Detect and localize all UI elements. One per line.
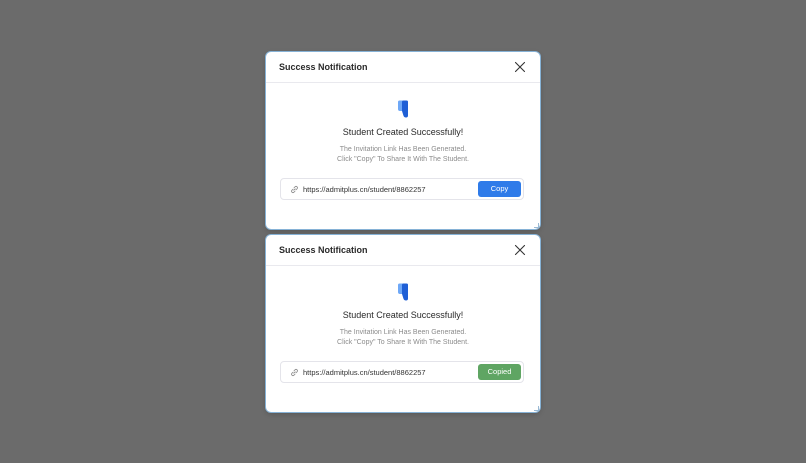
close-button[interactable] [514,244,526,256]
close-button[interactable] [514,61,526,73]
link-icon [291,368,298,377]
close-icon [514,61,526,73]
success-description: The Invitation Link Has Been Generated. … [266,145,540,165]
dialog-header: Success Notification [266,52,540,83]
success-dialog-copied: Success Notification Student Created Suc… [266,235,540,412]
dialog-title: Success Notification [279,62,368,72]
admitplus-logo-icon [398,283,408,301]
copied-button[interactable]: Copied [478,364,521,380]
invitation-link-url[interactable]: https://admitplus.cn/student/8862257 [303,368,426,377]
success-description: The Invitation Link Has Been Generated. … [266,328,540,348]
description-line-1: The Invitation Link Has Been Generated. [339,329,467,336]
success-headline: Student Created Successfully! [342,127,464,137]
resize-handle[interactable] [534,406,539,411]
success-dialog-copy: Success Notification Student Created Suc… [266,52,540,229]
resize-handle[interactable] [534,223,539,228]
invitation-link-url[interactable]: https://admitplus.cn/student/8862257 [303,185,426,194]
invitation-link-field: https://admitplus.cn/student/8862257 Cop… [280,361,524,383]
description-line-1: The Invitation Link Has Been Generated. [339,146,467,153]
link-icon [291,185,298,194]
description-line-2: Click "Copy" To Share It With The Studen… [337,339,469,346]
copy-button[interactable]: Copy [478,181,521,197]
close-icon [514,244,526,256]
success-headline: Student Created Successfully! [342,310,464,320]
invitation-link-field: https://admitplus.cn/student/8862257 Cop… [280,178,524,200]
description-line-2: Click "Copy" To Share It With The Studen… [337,156,469,163]
admitplus-logo-icon [398,100,408,118]
dialog-header: Success Notification [266,235,540,266]
dialog-title: Success Notification [279,245,368,255]
